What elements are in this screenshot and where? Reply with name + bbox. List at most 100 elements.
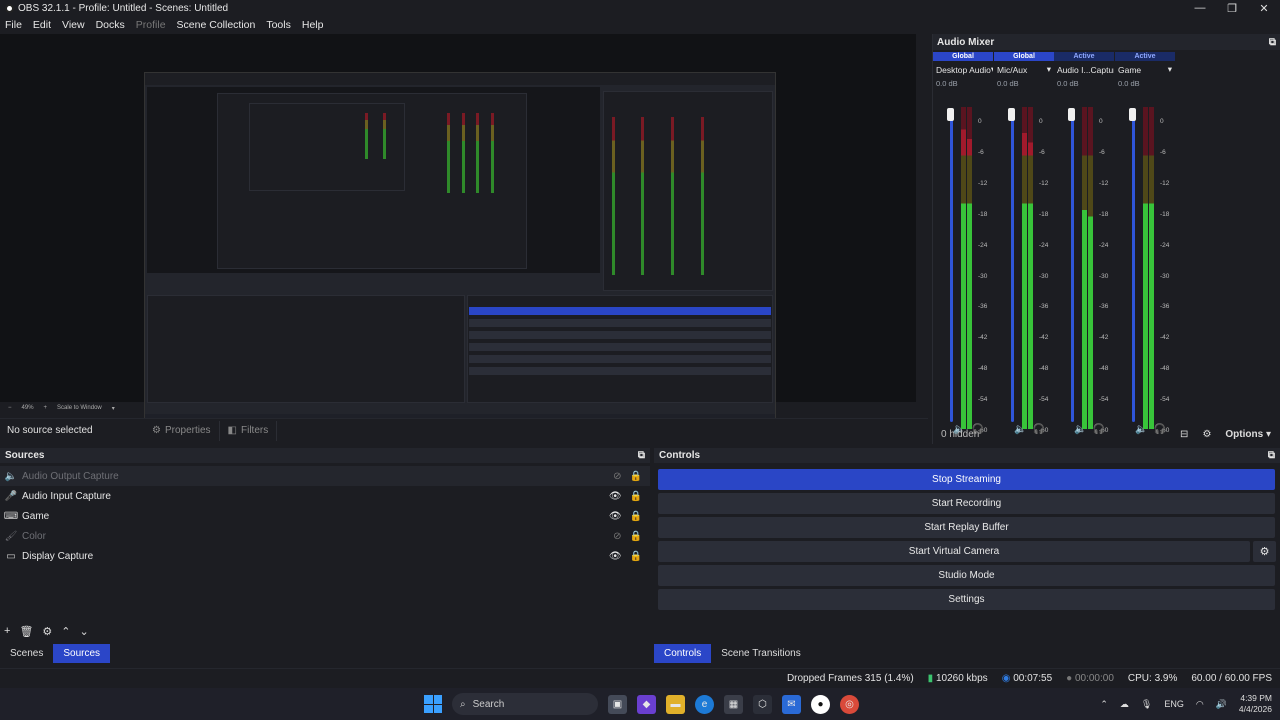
- start-recording-button[interactable]: Start Recording: [658, 493, 1275, 514]
- lock-icon[interactable]: 🔒: [630, 531, 642, 542]
- minimize-button[interactable]: —: [1184, 2, 1216, 15]
- channel-name-dropdown[interactable]: Audio I...Capture▾: [1054, 61, 1114, 75]
- windows-start-icon[interactable]: [424, 695, 442, 713]
- menu-help[interactable]: Help: [302, 19, 324, 31]
- clock-date: 4/4/2026: [1238, 704, 1272, 714]
- channel-name-dropdown[interactable]: Game ▾: [1115, 61, 1175, 75]
- cloud-icon[interactable]: ☁: [1120, 699, 1129, 710]
- undock-icon[interactable]: ⧉: [1269, 37, 1276, 48]
- menu-profile[interactable]: Profile: [136, 19, 166, 31]
- layout-icon[interactable]: ⊟: [1180, 429, 1188, 440]
- source-list-item[interactable]: 🎤 Audio Input Capture 👁 🔒: [0, 486, 650, 506]
- lock-icon[interactable]: 🔒: [630, 551, 642, 562]
- volume-slider[interactable]: [1011, 110, 1014, 422]
- properties-button[interactable]: ⚙ Properties: [144, 420, 220, 441]
- chevron-down-icon[interactable]: ▾: [112, 405, 115, 412]
- app-icon[interactable]: ⬡: [753, 694, 772, 714]
- eye-icon[interactable]: 👁: [609, 511, 622, 522]
- preview-zoom-bar: − 49% + Scale to Window ▾: [0, 402, 916, 414]
- maximize-button[interactable]: ❐: [1216, 2, 1248, 15]
- task-view-icon[interactable]: ▣: [608, 694, 627, 714]
- zoom-out-button[interactable]: −: [8, 405, 12, 411]
- volume-slider-handle[interactable]: [1068, 108, 1075, 121]
- wifi-icon[interactable]: ◠: [1196, 699, 1204, 710]
- db-scale-tick: -36: [1039, 303, 1049, 311]
- eye-hidden-icon[interactable]: ⊘: [613, 531, 621, 542]
- mail-icon[interactable]: ✉: [782, 694, 801, 714]
- right-dock-tabs: Controls Scene Transitions: [654, 644, 811, 664]
- filters-button[interactable]: ◧ Filters: [220, 420, 278, 441]
- menu-scene-collection[interactable]: Scene Collection: [177, 19, 256, 31]
- source-settings-icon[interactable]: ⚙: [42, 625, 52, 638]
- stop-streaming-button[interactable]: Stop Streaming: [658, 469, 1275, 490]
- gear-icon: ⚙: [1259, 546, 1270, 558]
- menu-file[interactable]: File: [5, 19, 22, 31]
- title-bar: OBS 32.1.1 - Profile: Untitled - Scenes:…: [0, 0, 1280, 16]
- undock-icon[interactable]: ⧉: [1268, 450, 1275, 461]
- volume-slider[interactable]: [1132, 110, 1135, 422]
- virtual-camera-settings-button[interactable]: ⚙: [1253, 541, 1276, 562]
- volume-slider-handle[interactable]: [1008, 108, 1015, 121]
- menu-view[interactable]: View: [62, 19, 85, 31]
- channel-name-dropdown[interactable]: Mic/Aux ▾: [994, 61, 1054, 75]
- audio-mixer-header: Audio Mixer ⧉: [933, 34, 1280, 50]
- scale-select[interactable]: Scale to Window: [57, 405, 102, 411]
- volume-slider[interactable]: [1071, 110, 1074, 422]
- move-down-icon[interactable]: ⌄: [80, 625, 89, 638]
- menu-docks[interactable]: Docks: [96, 19, 125, 31]
- menu-tools[interactable]: Tools: [266, 19, 291, 31]
- language-indicator[interactable]: ENG: [1164, 699, 1184, 709]
- db-scale-tick: -12: [1039, 179, 1049, 187]
- tab-scene-transitions[interactable]: Scene Transitions: [711, 644, 811, 663]
- store-icon[interactable]: ▦: [724, 694, 743, 714]
- volume-icon[interactable]: 🔊: [1216, 699, 1227, 710]
- tab-sources[interactable]: Sources: [53, 644, 111, 663]
- undock-icon[interactable]: ⧉: [638, 450, 645, 461]
- obs-taskbar-icon[interactable]: ●: [811, 694, 830, 714]
- source-list-item[interactable]: ⌨ Game 👁 🔒: [0, 506, 650, 526]
- volume-slider-handle[interactable]: [947, 108, 954, 121]
- studio-mode-button[interactable]: Studio Mode: [658, 565, 1275, 586]
- lock-icon[interactable]: 🔒: [630, 471, 642, 482]
- level-meter: [1149, 107, 1154, 429]
- gear-icon: ⚙: [152, 425, 161, 436]
- chevron-up-icon[interactable]: ⌃: [1100, 699, 1108, 710]
- eye-icon[interactable]: 👁: [609, 551, 622, 562]
- start-replay-buffer-button[interactable]: Start Replay Buffer: [658, 517, 1275, 538]
- remove-source-icon[interactable]: 🗑: [19, 625, 33, 638]
- clock[interactable]: 4:39 PM 4/4/2026: [1239, 693, 1272, 715]
- source-name: Audio Input Capture: [22, 490, 111, 502]
- taskbar-search[interactable]: ⌕ Search: [452, 693, 598, 715]
- channel-name-dropdown[interactable]: Desktop Audio ▾: [933, 61, 993, 75]
- eye-icon[interactable]: 👁: [609, 491, 622, 502]
- edge-icon[interactable]: e: [695, 694, 714, 714]
- mic-tray-icon[interactable]: 🎙: [1141, 699, 1152, 710]
- source-list-item[interactable]: 🔈 Audio Output Capture ⊘ 🔒: [0, 466, 650, 486]
- source-list-item[interactable]: 🖌 Color ⊘ 🔒: [0, 526, 650, 546]
- window-title: OBS 32.1.1 - Profile: Untitled - Scenes:…: [0, 3, 1184, 14]
- channel-volume-db: 0.0 dB: [1057, 79, 1079, 88]
- add-source-icon[interactable]: +: [4, 625, 10, 638]
- chrome-icon[interactable]: ◎: [840, 694, 859, 714]
- tab-controls[interactable]: Controls: [654, 644, 712, 663]
- volume-slider-handle[interactable]: [1129, 108, 1136, 121]
- tab-scenes[interactable]: Scenes: [0, 644, 53, 663]
- advanced-settings-icon[interactable]: ⚙: [1202, 429, 1211, 440]
- eye-hidden-icon[interactable]: ⊘: [613, 471, 621, 482]
- move-up-icon[interactable]: ⌃: [61, 625, 70, 638]
- file-explorer-icon[interactable]: ▬: [666, 694, 685, 714]
- source-list-item[interactable]: ▭ Display Capture 👁 🔒: [0, 546, 650, 566]
- lock-icon[interactable]: 🔒: [630, 491, 642, 502]
- copilot-icon[interactable]: ◆: [637, 694, 656, 714]
- mixer-options-button[interactable]: Options ▾: [1225, 429, 1271, 440]
- start-virtual-camera-button[interactable]: Start Virtual Camera: [658, 541, 1250, 562]
- mixer-channel: ActiveAudio I...Capture▾ 0.0 dB 0 -6 -12 -18 -…: [1054, 52, 1114, 435]
- close-button[interactable]: ✕: [1248, 2, 1280, 15]
- zoom-in-button[interactable]: +: [44, 405, 48, 411]
- volume-slider[interactable]: [950, 110, 953, 422]
- menu-edit[interactable]: Edit: [33, 19, 51, 31]
- lock-icon[interactable]: 🔒: [630, 511, 642, 522]
- chevron-down-icon: ▾: [990, 64, 993, 74]
- settings-button[interactable]: Settings: [658, 589, 1275, 610]
- preview-canvas[interactable]: [0, 34, 916, 429]
